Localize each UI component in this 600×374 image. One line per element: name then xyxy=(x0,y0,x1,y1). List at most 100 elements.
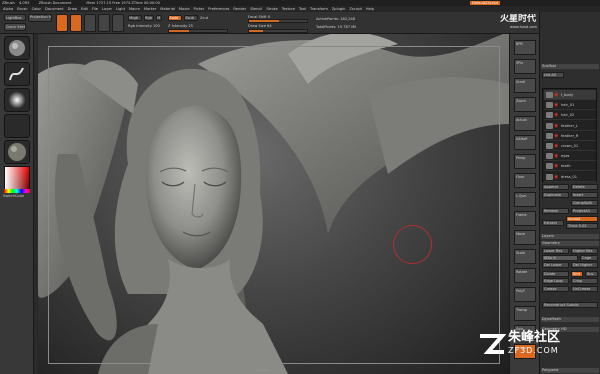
shelf-button-actual[interactable]: Actual xyxy=(514,116,536,131)
zsub-button[interactable]: Zsub xyxy=(184,15,198,21)
subtool-row[interactable]: ◉ feather_R xyxy=(544,131,596,141)
visibility-eye-icon[interactable]: ◉ xyxy=(554,133,558,139)
shelf-button-aahalf[interactable]: AAHalf xyxy=(514,135,536,150)
visibility-eye-icon[interactable]: ◉ xyxy=(554,174,558,180)
menu-item-file[interactable]: File xyxy=(92,7,98,11)
m-button[interactable]: M xyxy=(156,15,162,21)
texture-selector-button[interactable] xyxy=(4,114,30,138)
subtool-row[interactable]: ◉ eyes xyxy=(544,151,596,162)
higher-res-button[interactable]: Higher Res xyxy=(571,248,598,254)
menu-item-zplugin[interactable]: Zplugin xyxy=(332,7,346,11)
color-picker[interactable] xyxy=(4,166,30,193)
shelf-button-polyf[interactable]: PolyF xyxy=(514,287,536,302)
projection-master-button[interactable]: Projection Master xyxy=(28,14,52,22)
smt-toggle[interactable]: Smt xyxy=(571,271,583,277)
shelf-button-persp[interactable]: Persp xyxy=(514,154,536,169)
menu-item-picker[interactable]: Picker xyxy=(194,7,205,11)
visibility-eye-icon[interactable]: ◉ xyxy=(554,143,558,149)
crisp-toggle[interactable]: Crisp xyxy=(571,278,598,284)
shelf-button-scale[interactable]: Scale xyxy=(514,249,536,264)
subtool-list[interactable]: ◉ f_body ◉ hair_01 ◉ hair_02 ◉ feather_L ◉ feathe… xyxy=(542,88,597,182)
menu-item-zscript[interactable]: Zscript xyxy=(349,7,361,11)
dynamesh-header[interactable]: DynaMesh xyxy=(541,317,599,322)
lightbox-button[interactable]: LightBox xyxy=(4,14,26,21)
divide-button[interactable]: Divide xyxy=(542,271,569,277)
menu-item-preferences[interactable]: Preferences xyxy=(208,7,229,11)
menu-item-edit[interactable]: Edit xyxy=(81,7,88,11)
crease-button[interactable]: Crease xyxy=(542,286,569,292)
rgb-button[interactable]: Rgb xyxy=(144,15,154,21)
del-lower-button[interactable]: Del Lower xyxy=(542,262,569,268)
shelf-button-frame[interactable]: Frame xyxy=(514,211,536,226)
accept-button[interactable]: Accept xyxy=(566,216,598,222)
move-mode-button[interactable] xyxy=(84,14,96,32)
shelf-button-transp[interactable]: Transp xyxy=(514,306,536,321)
append-button[interactable]: Append xyxy=(542,184,569,190)
shelf-button-move[interactable]: Move xyxy=(514,230,536,245)
menu-item-stroke[interactable]: Stroke xyxy=(266,7,277,11)
shelf-button-bpr[interactable]: BPR xyxy=(514,40,536,55)
edge-loop-button[interactable]: Edge Loop xyxy=(542,278,569,284)
shelf-button-floor[interactable]: Floor xyxy=(514,173,536,188)
focal-shift-slider[interactable] xyxy=(248,19,308,23)
subtool-row[interactable]: ◉ feather_L xyxy=(544,121,596,131)
subtool-row[interactable]: ◉ dress_01 xyxy=(544,172,596,182)
draw-mode-button[interactable] xyxy=(70,14,82,32)
visibility-eye-icon[interactable]: ◉ xyxy=(554,102,558,108)
switch-color-label[interactable]: SwitchColor xyxy=(3,194,24,198)
menu-item-movie[interactable]: Movie xyxy=(179,7,190,11)
z-intensity-slider[interactable] xyxy=(168,29,228,33)
suv-toggle[interactable]: Suv xyxy=(585,271,598,277)
menu-item-render[interactable]: Render xyxy=(233,7,246,11)
mrgb-button[interactable]: Mrgb xyxy=(128,15,142,21)
subtool-row[interactable]: ◉ f_body xyxy=(544,90,596,100)
subtool-row[interactable]: ◉ hair_02 xyxy=(544,110,596,121)
menu-item-brush[interactable]: Brush xyxy=(17,7,27,11)
extract-button[interactable]: Extract xyxy=(542,220,564,226)
menu-item-marker[interactable]: Marker xyxy=(144,7,156,11)
delete-button[interactable]: Delete xyxy=(571,184,598,190)
menu-item-color[interactable]: Color xyxy=(32,7,41,11)
groupsplit-button[interactable]: GroupSplit xyxy=(571,200,598,206)
thick-slider[interactable]: Thick 0.02 xyxy=(566,223,598,229)
lower-res-button[interactable]: Lower Res xyxy=(542,248,569,254)
alpha-selector-button[interactable] xyxy=(4,88,30,112)
visibility-eye-icon[interactable]: ◉ xyxy=(554,153,558,159)
material-selector-button[interactable] xyxy=(4,140,30,164)
menu-item-alpha[interactable]: Alpha xyxy=(3,7,13,11)
shelf-button-spix[interactable]: SPix xyxy=(514,59,536,74)
visibility-eye-icon[interactable]: ◉ xyxy=(554,123,558,129)
cage-button[interactable]: Cage xyxy=(580,255,598,261)
menu-item-help[interactable]: Help xyxy=(366,7,374,11)
uncrease-button[interactable]: UnCrease xyxy=(571,286,598,292)
rotate-mode-button[interactable] xyxy=(112,14,124,32)
del-higher-button[interactable]: Del Higher xyxy=(571,262,598,268)
subtool-row[interactable]: ◉ teeth xyxy=(544,161,596,172)
menu-item-macro[interactable]: Macro xyxy=(129,7,140,11)
menu-item-draw[interactable]: Draw xyxy=(68,7,77,11)
visibility-eye-icon[interactable]: ◉ xyxy=(554,92,558,98)
edit-mode-button[interactable] xyxy=(56,14,68,32)
duplicate-button[interactable]: Duplicate xyxy=(542,192,569,198)
subtool-row[interactable]: ◉ hair_01 xyxy=(544,100,596,111)
remesh-button[interactable]: Remesh xyxy=(542,208,569,214)
list-all-button[interactable]: List All xyxy=(542,72,564,78)
menu-item-document[interactable]: Document xyxy=(45,7,64,11)
menu-item-layer[interactable]: Layer xyxy=(102,7,112,11)
quick-sketch-button[interactable]: Quick Sketch xyxy=(4,23,26,31)
menu-item-stencil[interactable]: Stencil xyxy=(250,7,262,11)
draw-size-slider[interactable] xyxy=(248,29,308,33)
subtool-header[interactable]: SubTool xyxy=(541,64,599,69)
menu-item-material[interactable]: Material xyxy=(160,7,175,11)
menu-item-texture[interactable]: Texture xyxy=(282,7,295,11)
geometry-header[interactable]: Geometry xyxy=(541,241,599,246)
project-all-button[interactable]: ProjectAll xyxy=(571,208,598,214)
insert-button[interactable]: Insert xyxy=(571,192,598,198)
reconstruct-subdiv-button[interactable]: Reconstruct Subdiv xyxy=(542,302,598,308)
visibility-eye-icon[interactable]: ◉ xyxy=(554,112,558,118)
scale-mode-button[interactable] xyxy=(98,14,110,32)
polypaint-header[interactable]: Polypaint xyxy=(541,368,599,373)
menu-item-tool[interactable]: Tool xyxy=(299,7,306,11)
layers-header[interactable]: Layers xyxy=(541,234,599,239)
visibility-eye-icon[interactable]: ◉ xyxy=(554,163,558,169)
